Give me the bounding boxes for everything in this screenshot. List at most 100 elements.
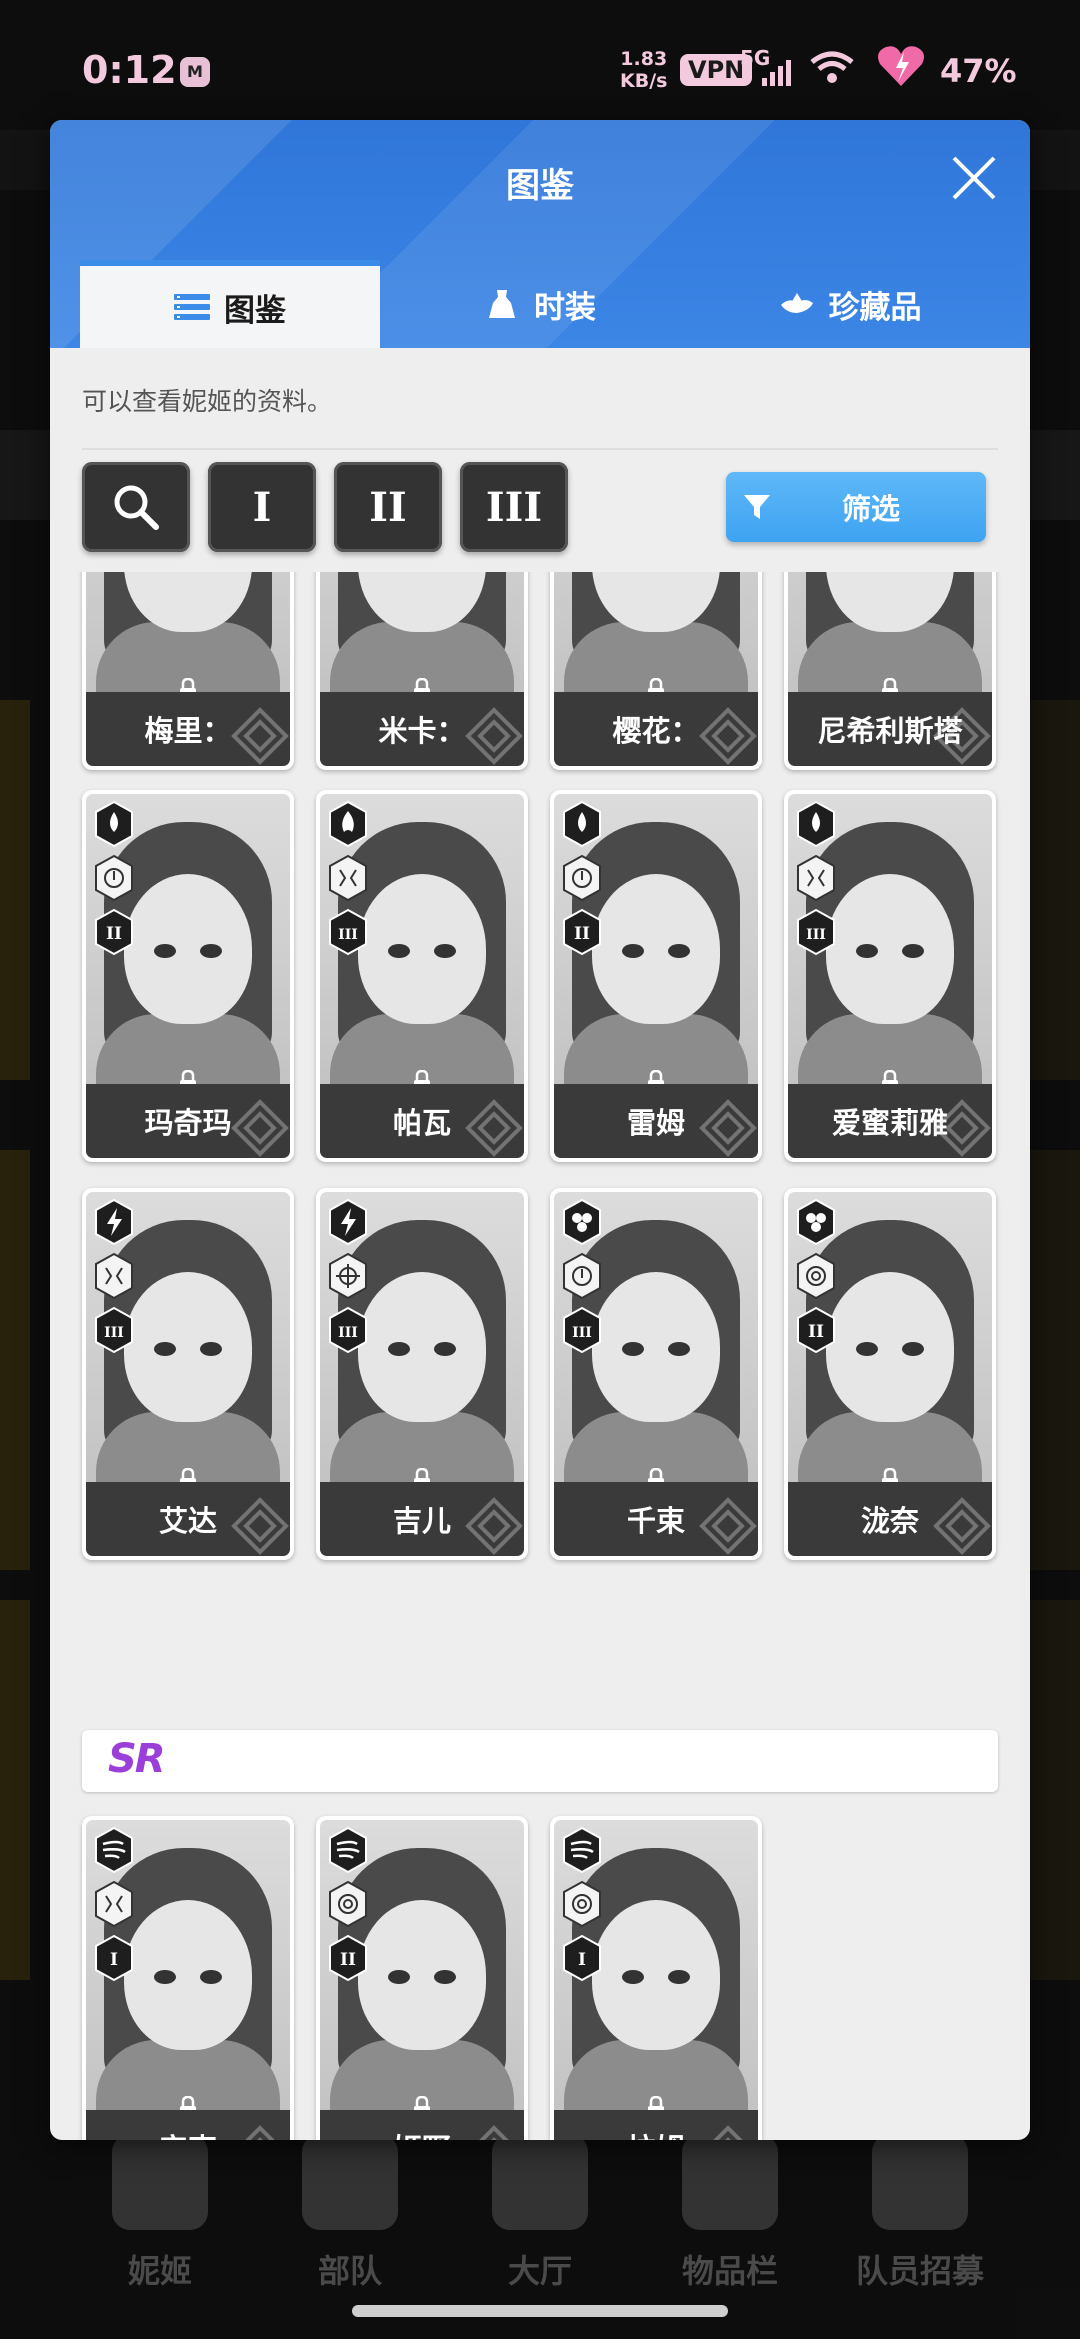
rifle-weapon-icon — [560, 854, 604, 902]
nameplate-pattern — [231, 1497, 289, 1555]
svg-text:I: I — [578, 1950, 586, 1970]
character-name: 泷奈 — [788, 1482, 992, 1556]
character-card[interactable]: II 雷姆 — [550, 790, 762, 1162]
divider — [82, 448, 998, 450]
attribute-badges: I — [92, 1826, 142, 1988]
attribute-badges: I — [560, 1826, 610, 1988]
nikke-icon — [112, 2134, 208, 2230]
rifle-weapon-icon — [92, 854, 136, 902]
character-card[interactable]: 樱花： — [550, 572, 762, 770]
nav-inventory[interactable]: 物品栏 — [645, 2134, 815, 2292]
nameplate-pattern — [699, 707, 757, 765]
svg-text:I: I — [110, 1950, 118, 1970]
attribute-badges: III — [326, 1198, 376, 1360]
list-icon — [174, 294, 210, 320]
character-name: 玛奇玛 — [86, 1084, 290, 1158]
wind-element-icon — [326, 1826, 370, 1874]
recruit-icon — [872, 2134, 968, 2230]
burst-filter-2-button[interactable]: II — [334, 462, 442, 552]
attribute-badges: III — [794, 800, 844, 962]
nameplate-pattern — [479, 2125, 509, 2140]
search-button[interactable] — [82, 462, 190, 552]
sr-rarity-banner: SR — [82, 1730, 998, 1792]
sniper-weapon-icon — [326, 1252, 370, 1300]
character-card[interactable]: II 姬野 — [316, 1816, 528, 2140]
codex-modal: 图鉴 图鉴 时装 珍藏品 可以查看妮姬的资料。 I II III 筛选 梅里： … — [50, 120, 1030, 2140]
tab-label: 图鉴 — [224, 292, 286, 329]
character-card[interactable]: III 千束 — [550, 1188, 762, 1560]
treasure-icon — [780, 293, 813, 313]
character-name: 拉姆 — [554, 2110, 758, 2140]
burst-tier-icon: II — [326, 1934, 370, 1982]
svg-text:III: III — [104, 1325, 124, 1341]
character-card[interactable]: III 帕瓦 — [316, 790, 528, 1162]
nav-nikke[interactable]: 妮姬 — [75, 2134, 245, 2292]
nameplate-pattern — [465, 707, 523, 765]
character-name: 米卡： — [320, 692, 524, 766]
nav-squad[interactable]: 部队 — [265, 2134, 435, 2292]
water-element-icon — [92, 800, 136, 848]
filter-label: 筛选 — [841, 492, 900, 526]
nav-recruit[interactable]: 队员招募 — [835, 2134, 1005, 2292]
tab-treasure[interactable]: 珍藏品 — [700, 260, 1000, 348]
app-notification-icon: M — [180, 57, 210, 87]
character-card[interactable]: III 吉儿 — [316, 1188, 528, 1560]
sr-label: SR — [108, 1736, 166, 1782]
character-card[interactable]: III 爱蜜莉雅 — [784, 790, 996, 1162]
status-bar: 0:12 M 1.83 KB/s VPN 5G 47% — [0, 0, 1080, 130]
nameplate-pattern — [699, 1497, 757, 1555]
character-card[interactable]: I 拉姆 — [550, 1816, 762, 2140]
burst-filter-1-button[interactable]: I — [208, 462, 316, 552]
filter-button[interactable]: 筛选 — [726, 472, 986, 542]
water-element-icon — [794, 800, 838, 848]
character-name: 帕瓦 — [320, 1084, 524, 1158]
burst-tier-icon: II — [794, 1306, 838, 1354]
burst-filter-3-button[interactable]: III — [460, 462, 568, 552]
attribute-badges: III — [92, 1198, 142, 1360]
nameplate-pattern — [699, 1099, 757, 1157]
character-card[interactable]: II 玛奇玛 — [82, 790, 294, 1162]
close-button[interactable] — [948, 152, 1000, 204]
nameplate-pattern — [465, 1497, 523, 1555]
signal-icon — [762, 60, 791, 86]
fire-element-icon — [326, 800, 370, 848]
character-name: 姬野 — [320, 2110, 524, 2140]
character-card[interactable]: 梅里： — [82, 572, 294, 770]
battery-percent: 47% — [940, 52, 1017, 90]
character-name: 千束 — [554, 1482, 758, 1556]
shotgun-weapon-icon — [92, 1252, 136, 1300]
lobby-icon — [492, 2134, 588, 2230]
character-card[interactable]: 米卡： — [316, 572, 528, 770]
svg-text:III: III — [806, 927, 826, 943]
squad-icon — [302, 2134, 398, 2230]
water-element-icon — [560, 800, 604, 848]
home-indicator[interactable] — [352, 2305, 728, 2317]
nameplate-pattern — [231, 707, 289, 765]
iron-element-icon — [560, 1198, 604, 1246]
character-card[interactable]: III 艾达 — [82, 1188, 294, 1560]
nav-lobby[interactable]: 大厅 — [455, 2134, 625, 2292]
rifle-weapon-icon — [560, 1252, 604, 1300]
character-card[interactable]: 尼希利斯塔 — [784, 572, 996, 770]
character-card[interactable]: I 安克 — [82, 1816, 294, 2140]
attribute-badges: III — [326, 800, 376, 962]
burst-tier-icon: III — [560, 1306, 604, 1354]
tab-label: 珍藏品 — [828, 289, 922, 326]
dress-icon — [489, 290, 515, 318]
tab-costume[interactable]: 时装 — [390, 260, 690, 348]
burst-tier-icon: III — [326, 1306, 370, 1354]
tab-codex[interactable]: 图鉴 — [80, 260, 380, 348]
character-name: 樱花： — [554, 692, 758, 766]
nameplate-pattern — [933, 1497, 991, 1555]
burst-tier-icon: II — [92, 908, 136, 956]
codex-description: 可以查看妮姬的资料。 — [82, 387, 333, 416]
nameplate-pattern — [245, 2125, 275, 2140]
character-card[interactable]: II 泷奈 — [784, 1188, 996, 1560]
character-grid: 梅里： 米卡： 樱花： 尼希利斯塔 II 玛奇玛 III 帕瓦 II 雷姆 III 爱蜜莉雅 III 艾达… — [50, 572, 1030, 2140]
electric-element-icon — [92, 1198, 136, 1246]
wind-element-icon — [92, 1826, 136, 1874]
search-icon — [114, 485, 159, 530]
electric-element-icon — [326, 1198, 370, 1246]
iron-element-icon — [794, 1198, 838, 1246]
nameplate-pattern — [933, 1099, 991, 1157]
